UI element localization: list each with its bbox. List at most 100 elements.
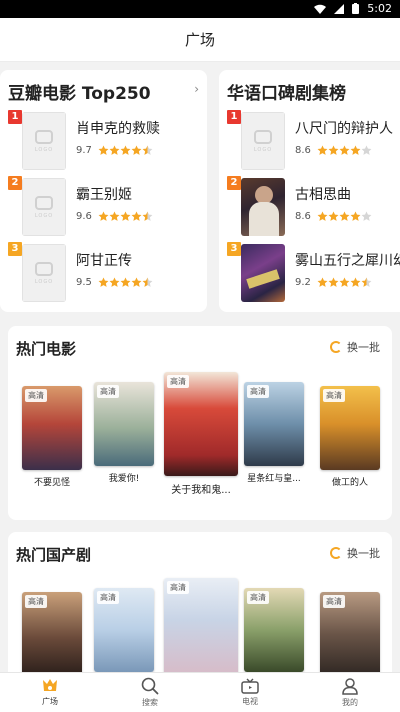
rank-item-title: 霸王别姬 (76, 187, 132, 203)
hd-badge: 高清 (25, 389, 47, 402)
score: 9.5 (76, 277, 92, 288)
main-content[interactable]: 豆瓣电影 Top250 › 1 LOGO 肖申克的救赎 9.7 2 LOGO 霸… (0, 62, 400, 672)
poster-placeholder: LOGO (22, 178, 66, 236)
rank-badge: 1 (8, 110, 22, 124)
star-icon (98, 277, 109, 287)
drama-card[interactable]: 高清 (244, 588, 304, 672)
rank-item[interactable]: 1 LOGO 八尺门的辩护人 8.6 (227, 110, 400, 172)
star-icon (131, 145, 142, 155)
poster-image (241, 178, 285, 236)
score: 9.6 (76, 211, 92, 222)
wifi-icon (314, 4, 327, 14)
rank-badge: 3 (227, 242, 241, 256)
refresh-button[interactable]: 换一批 (330, 545, 380, 561)
signal-icon (334, 3, 345, 14)
rank-item[interactable]: 3 LOGO 阿甘正传 9.5 (8, 242, 207, 304)
star-icon (109, 145, 120, 155)
drama-poster: 高清 (244, 588, 304, 672)
score: 8.6 (295, 145, 311, 156)
rank-card-title: 豆瓣电影 Top250 (8, 84, 151, 104)
rating: 8.6 (295, 141, 372, 160)
star-icon (328, 145, 339, 155)
rank-item-title: 八尺门的辩护人 (295, 121, 393, 137)
tab-square[interactable]: 广场 (0, 673, 100, 712)
status-bar: 5:02 (0, 0, 400, 18)
drama-card[interactable]: 高清 (164, 578, 238, 672)
star-icon (350, 145, 361, 155)
star-icon (361, 277, 372, 287)
star-icon (317, 145, 328, 155)
rank-item-title: 肖申克的救赎 (76, 121, 160, 137)
rank-card-douban-top250[interactable]: 豆瓣电影 Top250 › 1 LOGO 肖申克的救赎 9.7 2 LOGO 霸… (0, 70, 207, 312)
search-icon (141, 677, 159, 695)
rank-card-chinese-drama[interactable]: 华语口碑剧集榜 1 LOGO 八尺门的辩护人 8.6 2 古相思曲 8.6 3 … (219, 70, 400, 312)
movie-poster: 高清 (320, 386, 380, 470)
chevron-right-icon[interactable]: › (194, 82, 199, 96)
hd-badge: 高清 (97, 591, 119, 604)
hot-movies-section: 热门电影 换一批 高清 不要见怪 高清 我爱你! 高清 关于我和鬼... 高清 … (8, 326, 392, 520)
rank-item-title: 雾山五行之犀川幻 (295, 253, 400, 269)
rank-badge: 1 (227, 110, 241, 124)
hd-badge: 高清 (247, 385, 269, 398)
tab-label: 电视 (242, 697, 258, 706)
refresh-button[interactable]: 换一批 (330, 339, 380, 355)
rating: 8.6 (295, 207, 372, 226)
poster-placeholder: LOGO (22, 244, 66, 302)
movie-poster: 高清 (244, 382, 304, 466)
star-icon (142, 145, 153, 155)
rank-item[interactable]: 2 LOGO 霸王别姬 9.6 (8, 176, 207, 238)
hd-badge: 高清 (167, 581, 189, 594)
rating: 9.2 (295, 273, 372, 292)
bottom-tab-bar: 广场 搜索 电视 我的 (0, 672, 400, 712)
score: 8.6 (295, 211, 311, 222)
star-icon (98, 211, 109, 221)
tab-search[interactable]: 搜索 (100, 673, 200, 712)
movie-card[interactable]: 高清 星条红与皇... (244, 382, 304, 484)
tab-label: 广场 (42, 697, 58, 706)
drama-poster: 高清 (94, 588, 154, 672)
rank-card-title: 华语口碑剧集榜 (227, 84, 346, 104)
star-icon (361, 145, 372, 155)
star-icon (350, 277, 361, 287)
movie-card[interactable]: 高清 不要见怪 (22, 386, 82, 488)
tab-tv[interactable]: 电视 (200, 673, 300, 712)
rank-item[interactable]: 2 古相思曲 8.6 (227, 176, 400, 238)
hd-badge: 高清 (167, 375, 189, 388)
rank-badge: 2 (8, 176, 22, 190)
refresh-icon (330, 341, 342, 353)
profile-icon (342, 678, 358, 695)
drama-poster: 高清 (164, 578, 238, 672)
star-icon (120, 211, 131, 221)
star-icon (131, 211, 142, 221)
rating: 9.6 (76, 207, 153, 226)
drama-poster: 高清 (320, 592, 380, 672)
star-icon (120, 277, 131, 287)
rank-item[interactable]: 3 雾山五行之犀川幻 9.2 (227, 242, 400, 304)
rank-badge: 3 (8, 242, 22, 256)
rating: 9.7 (76, 141, 153, 160)
movie-poster: 高清 (22, 386, 82, 470)
star-icon (317, 277, 328, 287)
movie-title: 不要见怪 (33, 478, 70, 488)
rank-item-title: 古相思曲 (295, 187, 351, 203)
drama-card[interactable]: 高清 (94, 588, 154, 672)
poster-image (241, 244, 285, 302)
movie-title: 星条红与皇... (247, 474, 301, 484)
poster-placeholder: LOGO (241, 112, 285, 170)
drama-card[interactable]: 高清 (320, 592, 380, 672)
movie-title: 关于我和鬼... (171, 485, 231, 496)
page-title: 广场 (0, 18, 400, 62)
star-icon (339, 277, 350, 287)
star-icon (109, 211, 120, 221)
movie-card[interactable]: 高清 做工的人 (320, 386, 380, 488)
movie-card[interactable]: 高清 关于我和鬼... (164, 372, 238, 496)
tab-profile[interactable]: 我的 (300, 673, 400, 712)
hot-dramas-section: 热门国产剧 换一批 高清 高清 高清 高清 高清 (8, 532, 392, 672)
star-icon (317, 211, 328, 221)
movie-card[interactable]: 高清 我爱你! (94, 382, 154, 484)
score: 9.7 (76, 145, 92, 156)
square-icon (43, 679, 57, 691)
rank-item[interactable]: 1 LOGO 肖申克的救赎 9.7 (8, 110, 207, 172)
drama-card[interactable]: 高清 (22, 592, 82, 672)
movie-poster: 高清 (164, 372, 238, 476)
